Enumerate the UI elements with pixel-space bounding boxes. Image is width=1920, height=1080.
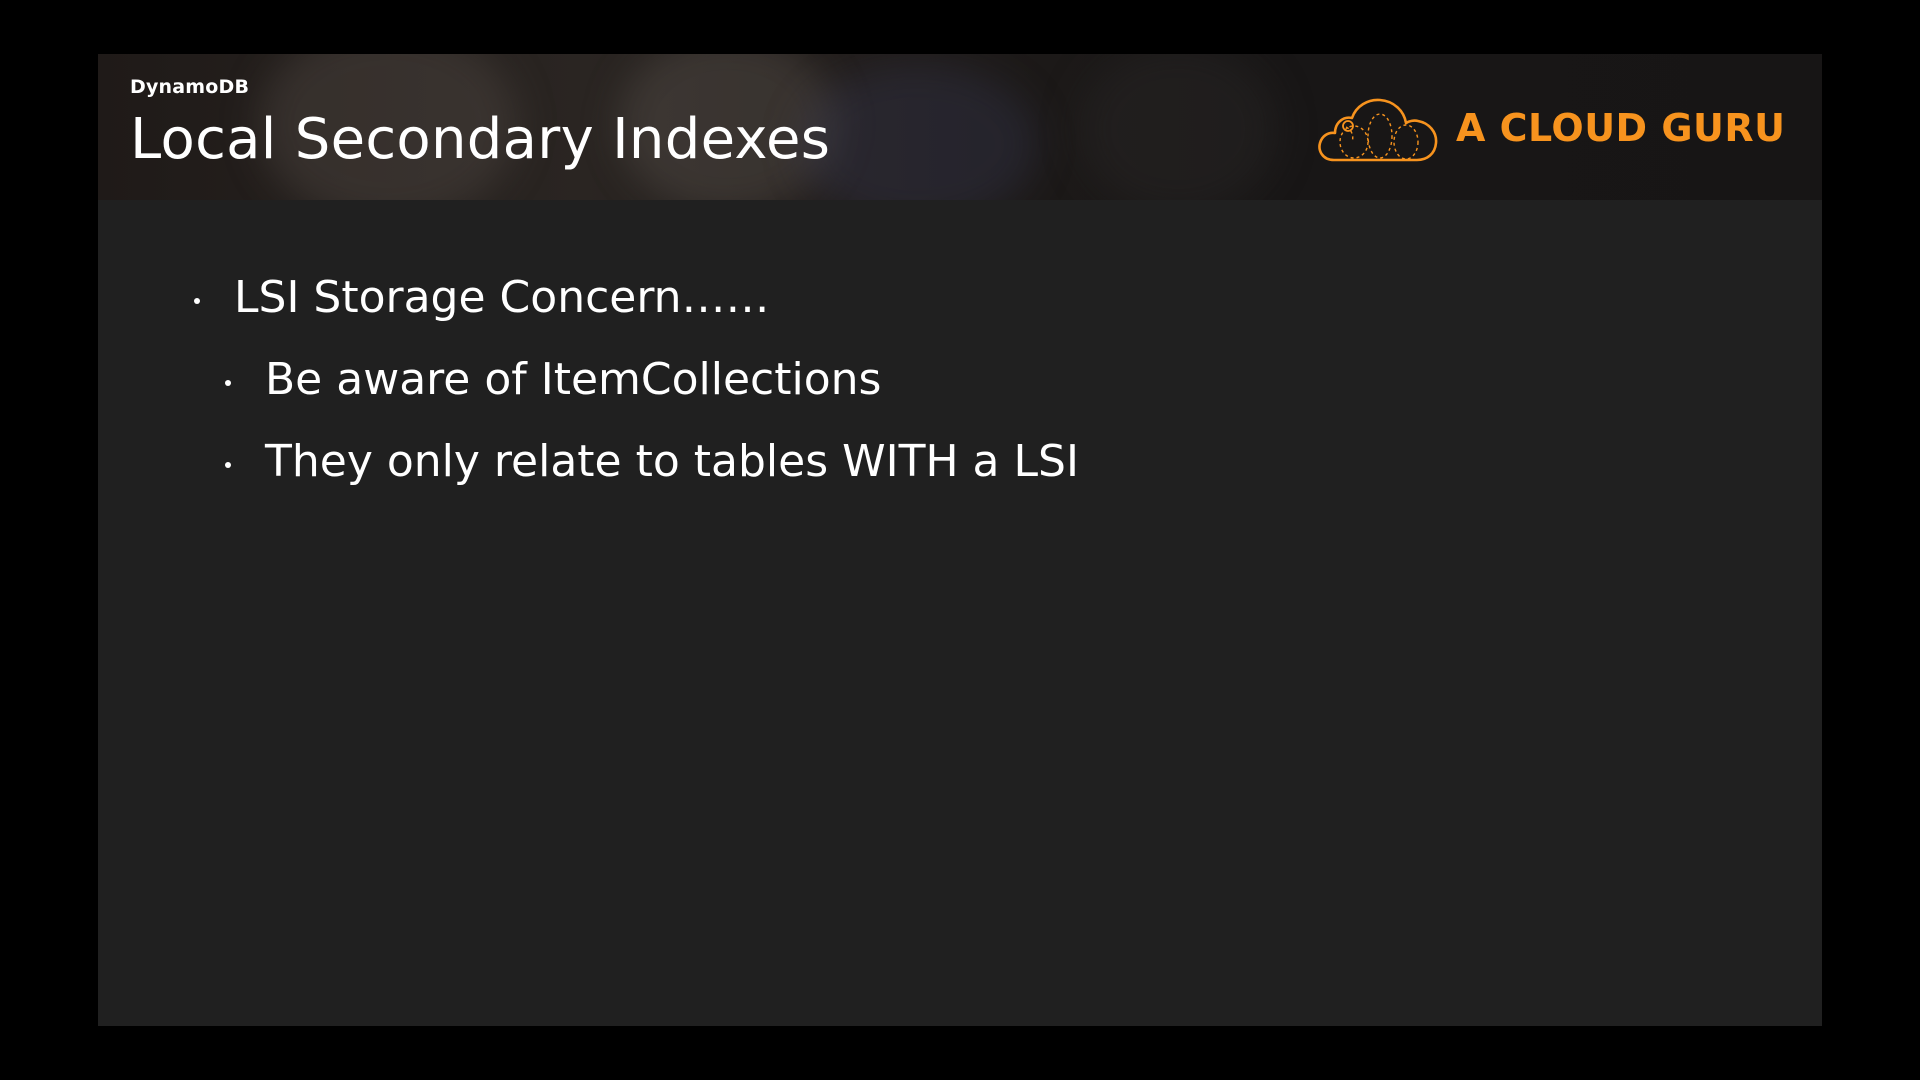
sub-bullet-item: Be aware of ItemCollections [225,354,882,405]
bullet-icon [194,298,200,304]
video-frame: DynamoDB Local Secondary Indexes A CLOUD… [0,0,1920,1080]
section-label: DynamoDB [130,76,250,98]
slide: DynamoDB Local Secondary Indexes A CLOUD… [98,54,1822,1026]
bullet-icon [225,462,231,468]
bullet-icon [225,380,231,386]
slide-header: DynamoDB Local Secondary Indexes A CLOUD… [98,54,1822,200]
bullet-text: LSI Storage Concern…… [234,272,770,323]
bullet-text: Be aware of ItemCollections [265,354,882,405]
header-background-shape [798,64,1038,200]
slide-title: Local Secondary Indexes [130,107,831,172]
bullet-text: They only relate to tables WITH a LSI [265,436,1079,487]
brand-name: A CLOUD GURU [1456,106,1786,150]
header-background-shape [1078,54,1278,200]
slide-body: LSI Storage Concern…… Be aware of ItemCo… [98,200,1822,1026]
brand-logo: A CLOUD GURU [1316,92,1785,164]
cloud-logo-icon [1318,98,1438,162]
sub-bullet-item: They only relate to tables WITH a LSI [225,436,1079,487]
bullet-item: LSI Storage Concern…… [194,272,770,323]
